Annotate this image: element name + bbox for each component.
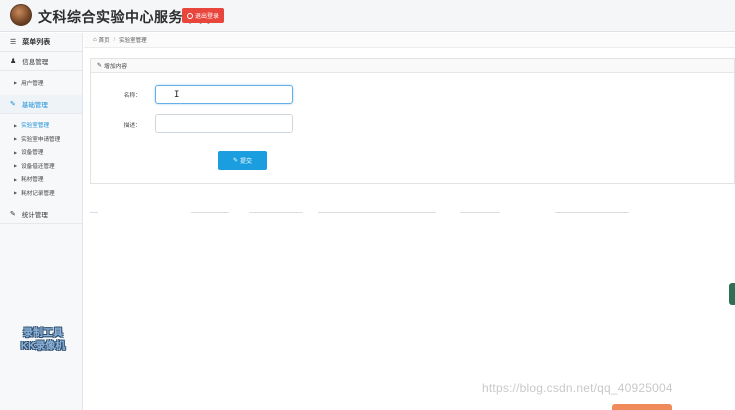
- description-label: 描述：: [123, 123, 141, 129]
- sidebar-group-basic[interactable]: ✎ 基础管理: [0, 94, 82, 114]
- divider: [90, 212, 98, 213]
- sidebar-item-label: 设备管理: [21, 150, 44, 157]
- breadcrumb: ⌂ 首页 / 实验室管理: [84, 33, 735, 48]
- sidebar-group-statistics[interactable]: ✎ 统计管理: [0, 205, 82, 224]
- edit-icon: ✎: [10, 100, 16, 108]
- caret-right-icon: ▶: [14, 149, 18, 155]
- sidebar-item-label: 耗材管理: [21, 177, 44, 184]
- text-cursor-icon: I: [174, 90, 180, 100]
- breadcrumb-current: 实验室管理: [119, 38, 147, 44]
- sidebar-item-label: 设备借还管理: [21, 163, 55, 170]
- divider: [249, 212, 303, 213]
- watermark-line: 录制工具: [23, 328, 63, 339]
- home-icon: ⌂: [93, 37, 97, 43]
- sidebar-item-label: 耗材记录管理: [21, 190, 55, 197]
- logout-label: 退出登录: [194, 14, 219, 20]
- add-content-panel: ✎ 增加内容 名称： I 描述： ✎ 提交: [90, 58, 735, 184]
- sidebar-item-consumables[interactable]: ▶ 耗材管理: [0, 173, 82, 187]
- user-icon: ♟: [10, 58, 17, 65]
- sidebar-group-label: 信息管理: [22, 59, 49, 66]
- sidebar-item-label: 实验室申请管理: [21, 136, 61, 143]
- caret-right-icon: ▶: [14, 80, 18, 86]
- sidebar-item-equipment-management[interactable]: ▶ 设备管理: [0, 146, 82, 160]
- submit-label: 提交: [240, 159, 253, 165]
- recorder-watermark: 录制工具 KK录像机: [12, 327, 74, 353]
- sidebar-group-label: 统计管理: [21, 211, 48, 219]
- sidebar-menu-header: ☰ 菜单列表: [0, 33, 82, 52]
- edit-icon: ✎: [232, 158, 238, 164]
- sidebar-item-label: 实验室管理: [21, 123, 50, 130]
- sidebar-item-equipment-borrow[interactable]: ▶ 设备借还管理: [0, 159, 82, 173]
- sidebar: ☰ 菜单列表 ♟ 信息管理 ▶ 用户管理 ✎ 基础管理 ▶ 实验室管理 ▶ 实验…: [0, 33, 83, 410]
- divider: [191, 212, 229, 213]
- panel-header: ✎ 增加内容: [91, 59, 734, 73]
- breadcrumb-separator: /: [113, 37, 116, 43]
- edit-icon: ✎: [10, 210, 16, 218]
- submit-button[interactable]: ✎ 提交: [218, 151, 267, 170]
- sidebar-item-lab-application[interactable]: ▶ 实验室申请管理: [0, 132, 82, 146]
- bottom-float-widget[interactable]: [612, 404, 672, 410]
- power-icon: [186, 12, 193, 19]
- divider: [555, 212, 629, 213]
- sidebar-item-consumable-records[interactable]: ▶ 耗材记录管理: [0, 186, 82, 200]
- blog-watermark: https://blog.csdn.net/qq_40925004: [482, 381, 673, 395]
- caret-right-icon: ▶: [14, 163, 18, 169]
- caret-right-icon: ▶: [14, 122, 18, 128]
- description-input[interactable]: [155, 114, 293, 133]
- name-input[interactable]: I: [155, 85, 293, 104]
- caret-right-icon: ▶: [14, 136, 18, 142]
- divider: [460, 212, 500, 213]
- sidebar-item-lab-management[interactable]: ▶ 实验室管理: [0, 119, 82, 133]
- logout-button[interactable]: 退出登录: [182, 8, 224, 23]
- sidebar-item-user-management[interactable]: ▶ 用户管理: [0, 76, 82, 90]
- avatar[interactable]: [10, 4, 32, 26]
- edit-icon: ✎: [97, 63, 103, 69]
- sidebar-item-label: 用户管理: [21, 80, 44, 87]
- caret-right-icon: ▶: [14, 176, 18, 182]
- breadcrumb-home[interactable]: 首页: [99, 36, 110, 44]
- top-bar: 文科综合实验中心服务平台 退出登录: [0, 0, 735, 32]
- name-label: 名称：: [123, 93, 141, 99]
- list-icon: ☰: [10, 39, 17, 46]
- menu-title: 菜单列表: [22, 39, 51, 46]
- side-float-tab[interactable]: [729, 283, 735, 305]
- sidebar-group-label: 基础管理: [21, 101, 48, 109]
- panel-title: 增加内容: [104, 64, 128, 70]
- caret-right-icon: ▶: [14, 190, 18, 196]
- sidebar-group-info[interactable]: ♟ 信息管理: [0, 52, 82, 71]
- watermark-line: KK录像机: [20, 341, 66, 352]
- divider: [318, 212, 436, 213]
